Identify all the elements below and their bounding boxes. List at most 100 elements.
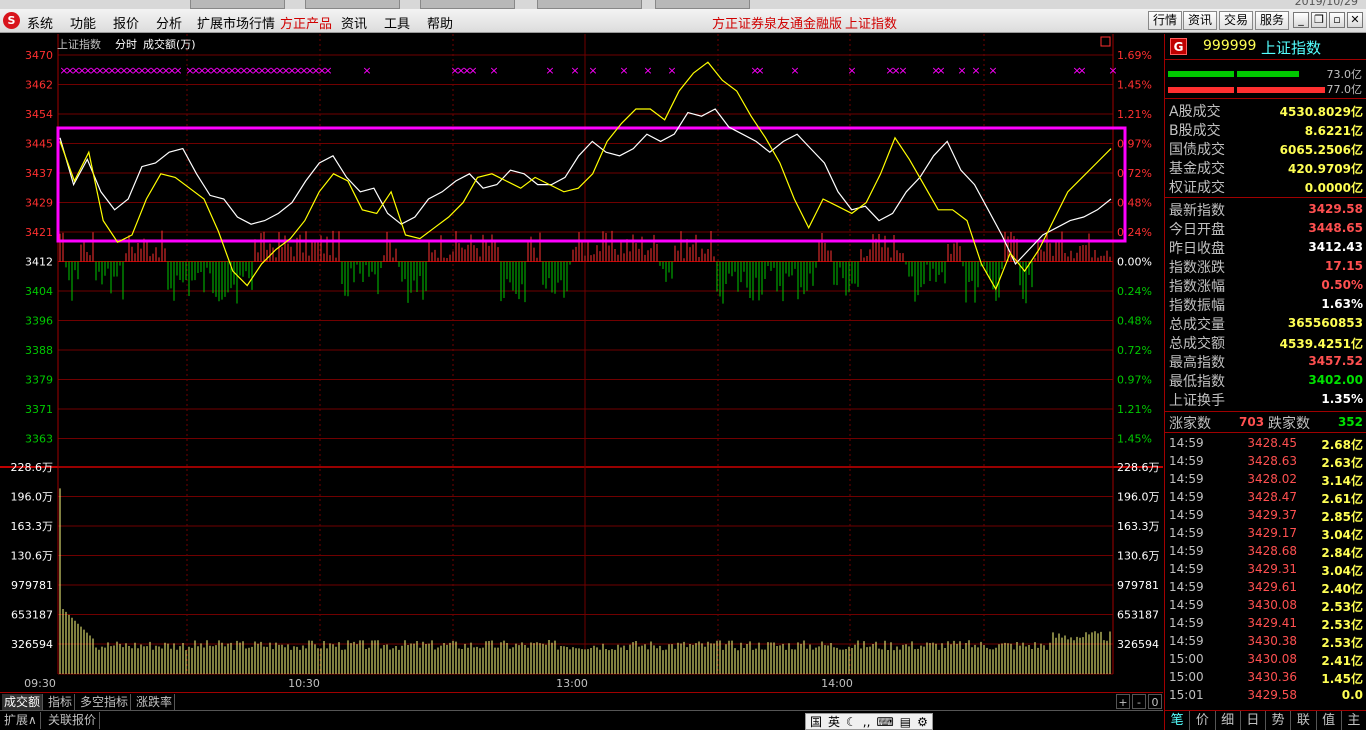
price-tick-label: 3462 — [25, 79, 53, 92]
menu-ext-market[interactable]: 扩展市场行情 — [197, 13, 275, 32]
intraday-chart-area[interactable]: 3470 1.69% 3462 1.45% 3454 1.21% 3445 0.97% 3437… — [0, 34, 1163, 709]
keyboard-icon[interactable]: ⌨ — [876, 715, 893, 729]
panel-tab[interactable]: 势 — [1266, 711, 1292, 730]
menu-function[interactable]: 功能 — [70, 13, 96, 32]
window-tab[interactable] — [305, 0, 400, 9]
btn-service[interactable]: 服务 — [1255, 11, 1290, 30]
tick-row[interactable]: 14:59 3430.38 2.53亿 — [1165, 632, 1366, 650]
ime-ying[interactable]: 英 — [828, 713, 840, 730]
moon-icon[interactable]: ☾ — [846, 715, 857, 729]
menu-help[interactable]: 帮助 — [427, 13, 453, 32]
tick-row[interactable]: 14:59 3428.02 3.14亿 — [1165, 470, 1366, 488]
window-tab[interactable] — [655, 0, 750, 9]
menu-quote[interactable]: 报价 — [113, 13, 139, 32]
ime-menu-icon[interactable]: ▤ — [900, 715, 911, 729]
tick-price: 3428.45 — [1247, 436, 1297, 450]
menu-tools[interactable]: 工具 — [384, 13, 410, 32]
window-tab[interactable] — [190, 0, 285, 9]
punct-icon[interactable]: ,, — [863, 715, 871, 729]
minimize-icon[interactable]: _ — [1293, 12, 1309, 28]
tick-row[interactable]: 14:59 3430.08 2.53亿 — [1165, 596, 1366, 614]
panel-tab[interactable]: 笔 — [1165, 711, 1191, 730]
menu-analysis[interactable]: 分析 — [156, 13, 182, 32]
chart-expand-icon[interactable] — [1100, 36, 1111, 47]
signal-marker: × — [323, 64, 332, 77]
menu-news[interactable]: 资讯 — [341, 13, 367, 32]
volume-tick-label: 979781 — [1117, 579, 1159, 592]
wrench-icon[interactable]: ⚙ — [917, 715, 928, 729]
tick-amount: 2.53亿 — [1321, 618, 1363, 632]
zoom-in-button[interactable]: + — [1116, 694, 1130, 709]
index-stat-row: 最高指数 3457.52 — [1165, 352, 1366, 371]
tick-time: 14:59 — [1169, 508, 1204, 522]
stock-code: 999999 — [1203, 38, 1257, 54]
index-stat-row: 总成交额 4539.4251亿 — [1165, 333, 1366, 352]
tab-related-quotes[interactable]: 关联报价 — [45, 712, 101, 729]
price-tick-label: 3412 — [25, 256, 53, 269]
zoom-reset-button[interactable]: 0 — [1148, 694, 1162, 709]
tick-price: 3430.08 — [1247, 598, 1297, 612]
signal-marker: × — [489, 64, 498, 77]
btn-news[interactable]: 资讯 — [1183, 11, 1218, 30]
ime-toolbar[interactable]: 国 英 ☾ ,, ⌨ ▤ ⚙ — [805, 713, 933, 730]
maximize-icon[interactable]: ▫ — [1329, 12, 1345, 28]
panel-tab[interactable]: 联 — [1291, 711, 1317, 730]
tick-row[interactable]: 14:59 3428.68 2.84亿 — [1165, 542, 1366, 560]
tick-row[interactable]: 15:01 3429.58 0.0 — [1165, 686, 1366, 704]
tab-turnover[interactable]: 成交额 — [2, 694, 44, 710]
signal-marker: × — [1108, 64, 1117, 77]
tick-amount: 2.40亿 — [1321, 582, 1363, 596]
index-stat-row: 指数涨跌 17.15 — [1165, 257, 1366, 276]
tick-price: 3428.63 — [1247, 454, 1297, 468]
tick-row[interactable]: 15:00 3430.36 1.45亿 — [1165, 668, 1366, 686]
btn-trade[interactable]: 交易 — [1219, 11, 1254, 30]
tick-amount: 2.53亿 — [1321, 600, 1363, 614]
tick-row[interactable]: 14:59 3428.45 2.68亿 — [1165, 434, 1366, 452]
up-volume-bar — [1237, 71, 1299, 77]
tick-row[interactable]: 14:59 3429.37 2.85亿 — [1165, 506, 1366, 524]
panel-tab[interactable]: 主 — [1342, 711, 1366, 730]
tab-expand[interactable]: 扩展∧ — [1, 712, 41, 729]
quote-panel: G 999999 上证指数 73.0亿 77.0亿 A股成交 4530.8029亿… — [1164, 34, 1366, 730]
ime-guo[interactable]: 国 — [810, 713, 822, 730]
panel-tab[interactable]: 值 — [1317, 711, 1342, 730]
decline-label: 跌家数 — [1268, 416, 1310, 432]
tick-row[interactable]: 14:59 3429.17 3.04亿 — [1165, 524, 1366, 542]
tick-row[interactable]: 14:59 3429.31 3.04亿 — [1165, 560, 1366, 578]
pct-tick-label: 0.24% — [1117, 226, 1152, 239]
row-label: 国债成交 — [1169, 142, 1225, 158]
window-tab[interactable] — [537, 0, 642, 9]
menu-system[interactable]: 系统 — [27, 13, 53, 32]
decline-value: 352 — [1337, 415, 1363, 429]
tab-long-short[interactable]: 多空指标 — [78, 694, 132, 710]
tick-row[interactable]: 14:59 3429.41 2.53亿 — [1165, 614, 1366, 632]
app-logo-icon[interactable]: S — [3, 12, 20, 29]
tick-row[interactable]: 15:00 3430.08 2.41亿 — [1165, 650, 1366, 668]
volume-tick-label: 196.0万 — [11, 491, 54, 504]
tick-row[interactable]: 14:59 3429.61 2.40亿 — [1165, 578, 1366, 596]
pct-tick-label: 0.97% — [1117, 138, 1152, 151]
tab-indicator[interactable]: 指标 — [46, 694, 76, 710]
panel-tab[interactable]: 日 — [1241, 711, 1266, 730]
menu-products[interactable]: 方正产品 — [280, 13, 332, 32]
zoom-out-button[interactable]: - — [1132, 694, 1146, 709]
signal-marker: × — [619, 64, 628, 77]
panel-tab[interactable]: 细 — [1216, 711, 1241, 730]
close-icon[interactable]: ✕ — [1347, 12, 1363, 28]
restore-icon[interactable]: ❐ — [1311, 12, 1327, 28]
tick-amount: 3.04亿 — [1321, 564, 1363, 578]
btn-market[interactable]: 行情 — [1148, 11, 1183, 30]
volume-tick-label: 653187 — [1117, 609, 1159, 622]
g-badge-icon: G — [1170, 38, 1187, 55]
tick-price: 3429.31 — [1247, 562, 1297, 576]
row-label: 今日开盘 — [1169, 222, 1225, 238]
row-label: 总成交量 — [1169, 317, 1225, 333]
chart-volume-label: 成交额(万) — [143, 37, 196, 51]
panel-tab[interactable]: 价 — [1190, 711, 1216, 730]
intraday-chart[interactable]: 3470 1.69% 3462 1.45% 3454 1.21% 3445 0.97% 3437… — [0, 34, 1163, 692]
window-tab[interactable] — [420, 0, 515, 9]
tab-up-down-rate[interactable]: 涨跌率 — [134, 694, 176, 710]
tick-row[interactable]: 14:59 3428.63 2.63亿 — [1165, 452, 1366, 470]
tick-row[interactable]: 14:59 3428.47 2.61亿 — [1165, 488, 1366, 506]
panel-header: G 999999 上证指数 — [1165, 34, 1366, 60]
